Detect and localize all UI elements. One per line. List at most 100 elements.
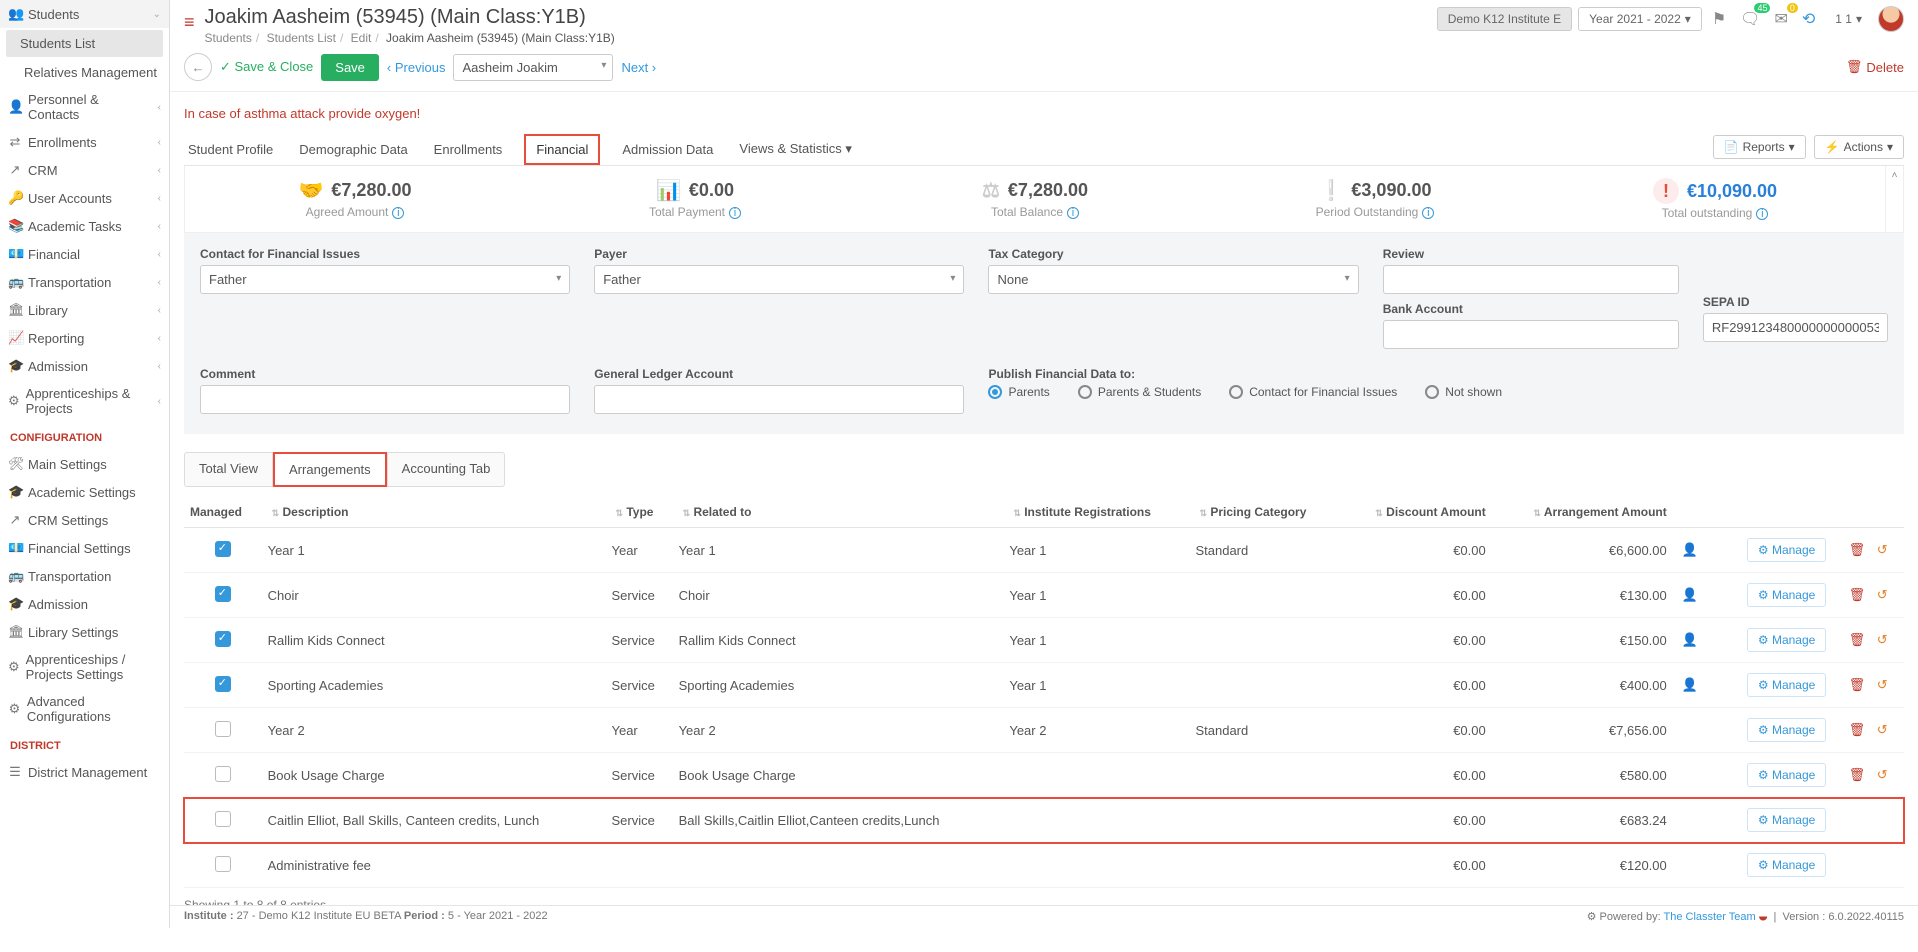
- col-header[interactable]: ⇅ Description: [262, 497, 606, 528]
- managed-checkbox[interactable]: [215, 586, 231, 602]
- manage-button[interactable]: ⚙ Manage: [1747, 538, 1826, 562]
- manage-button[interactable]: ⚙ Manage: [1747, 673, 1826, 697]
- manage-button[interactable]: ⚙ Manage: [1747, 583, 1826, 607]
- save-button[interactable]: Save: [321, 54, 379, 81]
- history-icon[interactable]: ↺: [1873, 722, 1892, 737]
- col-header[interactable]: ⇅ Arrangement Amount: [1492, 497, 1673, 528]
- review-input[interactable]: [1383, 265, 1679, 294]
- sidebar-config-item[interactable]: ↗ CRM Settings: [0, 506, 169, 534]
- col-header[interactable]: ⇅ Pricing Category: [1189, 497, 1338, 528]
- sidebar-item[interactable]: 🚌 Transportation ‹: [0, 268, 169, 296]
- info-icon[interactable]: i: [729, 207, 741, 219]
- next-button[interactable]: Next ›: [621, 60, 656, 75]
- info-icon[interactable]: i: [1756, 208, 1768, 220]
- sidebar-item[interactable]: 👤 Personnel & Contacts ‹: [0, 86, 169, 128]
- crumb[interactable]: Students List: [267, 31, 336, 45]
- managed-checkbox[interactable]: [215, 766, 231, 782]
- flag-icon[interactable]: ⚑: [1708, 7, 1730, 31]
- reports-button[interactable]: 📄 Reports ▾: [1713, 135, 1806, 159]
- sidebar-item[interactable]: 🏛 Library ‹: [0, 296, 169, 324]
- sidebar-config-item[interactable]: 🏛 Library Settings: [0, 618, 169, 646]
- managed-checkbox[interactable]: [215, 811, 231, 827]
- sidebar-config-item[interactable]: ⚙ Apprenticeships / Projects Settings: [0, 646, 169, 688]
- manage-button[interactable]: ⚙ Manage: [1747, 718, 1826, 742]
- manage-button[interactable]: ⚙ Manage: [1747, 853, 1826, 877]
- history-icon[interactable]: ↺: [1873, 542, 1892, 557]
- info-icon[interactable]: i: [1422, 207, 1434, 219]
- crumb[interactable]: Students: [205, 31, 252, 45]
- tab-admission-data[interactable]: Admission Data: [618, 134, 717, 165]
- col-header[interactable]: ⇅ Type: [605, 497, 672, 528]
- delete-row-icon[interactable]: 🗑: [1845, 542, 1870, 557]
- manage-button[interactable]: ⚙ Manage: [1747, 808, 1826, 832]
- sidebar-config-item[interactable]: 🚌 Transportation: [0, 562, 169, 590]
- sidebar-config-item[interactable]: 🛠 Main Settings: [0, 450, 169, 478]
- avatar[interactable]: [1878, 6, 1904, 32]
- col-header[interactable]: ⇅ Related to: [673, 497, 1004, 528]
- sidebar-sub-students-list[interactable]: Students List: [6, 30, 163, 57]
- student-selector[interactable]: Aasheim Joakim: [453, 54, 613, 81]
- subtab-arrangements[interactable]: Arrangements: [273, 452, 387, 487]
- counter[interactable]: 1 1 ▾: [1825, 8, 1872, 30]
- payer-select[interactable]: Father: [594, 265, 964, 294]
- publish-opt-notshown[interactable]: Not shown: [1425, 385, 1502, 399]
- tab-views-stats[interactable]: Views & Statistics ▾: [735, 133, 856, 165]
- save-close-button[interactable]: ✓ Save & Close: [220, 59, 313, 75]
- delete-row-icon[interactable]: 🗑: [1845, 632, 1870, 647]
- managed-checkbox[interactable]: [215, 856, 231, 872]
- sidebar-item[interactable]: 🔑 User Accounts ‹: [0, 184, 169, 212]
- delete-row-icon[interactable]: 🗑: [1845, 722, 1870, 737]
- sidebar-item[interactable]: 📚 Academic Tasks ‹: [0, 212, 169, 240]
- back-button[interactable]: ←: [184, 53, 212, 81]
- history-icon[interactable]: ↺: [1873, 632, 1892, 647]
- sidebar-item[interactable]: 🎓 Admission ‹: [0, 352, 169, 380]
- sidebar-config-item[interactable]: ⚙ Advanced Configurations: [0, 688, 169, 730]
- contact-select[interactable]: Father: [200, 265, 570, 294]
- user-icon[interactable]: 👤: [1682, 677, 1698, 692]
- sidebar-item[interactable]: ↗ CRM ‹: [0, 156, 169, 184]
- user-icon[interactable]: 👤: [1682, 542, 1698, 557]
- sidebar-district-item[interactable]: ☰ District Management: [0, 758, 169, 786]
- bank-input[interactable]: [1383, 320, 1679, 349]
- col-header[interactable]: ⇅ Discount Amount: [1338, 497, 1491, 528]
- crumb[interactable]: Edit: [351, 31, 372, 45]
- previous-button[interactable]: ‹ Previous: [387, 60, 446, 75]
- manage-button[interactable]: ⚙ Manage: [1747, 628, 1826, 652]
- sidebar-config-item[interactable]: 🎓 Academic Settings: [0, 478, 169, 506]
- year-selector[interactable]: Year 2021 - 2022 ▾: [1578, 7, 1702, 31]
- managed-checkbox[interactable]: [215, 631, 231, 647]
- sidebar-sub-relatives[interactable]: Relatives Management: [0, 59, 169, 86]
- delete-row-icon[interactable]: 🗑: [1845, 587, 1870, 602]
- sidebar-item[interactable]: ⚙ Apprenticeships & Projects ‹: [0, 380, 169, 422]
- sidebar-config-item[interactable]: 💶 Financial Settings: [0, 534, 169, 562]
- col-header[interactable]: ⇅ Institute Registrations: [1003, 497, 1189, 528]
- history-icon[interactable]: ↺: [1873, 677, 1892, 692]
- info-icon[interactable]: i: [1067, 207, 1079, 219]
- sepa-input[interactable]: [1703, 313, 1888, 342]
- footer-team-link[interactable]: The Classter Team: [1664, 911, 1756, 923]
- sidebar-item[interactable]: 💶 Financial ‹: [0, 240, 169, 268]
- subtab-accounting[interactable]: Accounting Tab: [387, 452, 506, 487]
- user-icon[interactable]: 👤: [1682, 587, 1698, 602]
- delete-row-icon[interactable]: 🗑: [1845, 767, 1870, 782]
- history-icon[interactable]: ↺: [1873, 587, 1892, 602]
- tab-student-profile[interactable]: Student Profile: [184, 134, 277, 165]
- mail-icon[interactable]: ✉0: [1770, 7, 1791, 31]
- tab-demographic[interactable]: Demographic Data: [295, 134, 411, 165]
- managed-checkbox[interactable]: [215, 541, 231, 557]
- institute-selector[interactable]: Demo K12 Institute E: [1437, 7, 1572, 31]
- messages-icon[interactable]: 🗨45: [1736, 7, 1764, 31]
- menu-toggle-icon[interactable]: ≡: [184, 12, 195, 33]
- managed-checkbox[interactable]: [215, 676, 231, 692]
- sidebar-config-item[interactable]: 🎓 Admission: [0, 590, 169, 618]
- publish-opt-contact[interactable]: Contact for Financial Issues: [1229, 385, 1397, 399]
- sidebar-item-students[interactable]: 👥 Students ⌄: [0, 0, 169, 28]
- subtab-total-view[interactable]: Total View: [184, 452, 273, 487]
- managed-checkbox[interactable]: [215, 721, 231, 737]
- actions-button[interactable]: ⚡ Actions ▾: [1814, 135, 1904, 159]
- manage-button[interactable]: ⚙ Manage: [1747, 763, 1826, 787]
- tab-financial[interactable]: Financial: [524, 134, 600, 165]
- publish-opt-parents-students[interactable]: Parents & Students: [1078, 385, 1201, 399]
- tax-select[interactable]: None: [988, 265, 1358, 294]
- tab-enrollments[interactable]: Enrollments: [430, 134, 507, 165]
